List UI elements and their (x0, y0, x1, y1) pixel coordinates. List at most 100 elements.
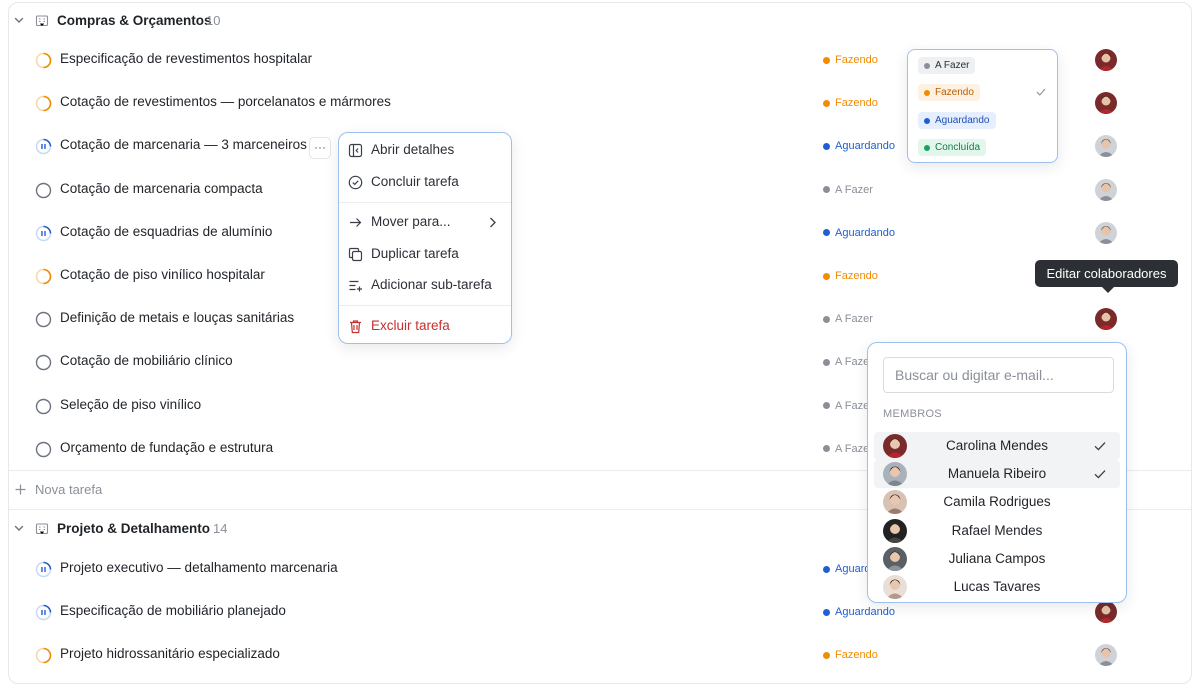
assignee-avatar[interactable] (1095, 92, 1117, 115)
todo-circle-icon[interactable] (35, 398, 52, 415)
building-icon (35, 523, 49, 535)
chevron-down-icon[interactable] (13, 14, 25, 26)
panel-open-icon (348, 143, 363, 158)
status-badge[interactable]: Fazendo (823, 54, 878, 66)
task-title[interactable]: Especificação de mobiliário planejado (60, 603, 286, 618)
menu-item-delete-task[interactable]: Excluir tarefa (339, 312, 511, 340)
task-title[interactable]: Especificação de revestimentos hospitala… (60, 51, 312, 66)
assignee-avatar[interactable] (1095, 601, 1117, 624)
member-search-input[interactable] (883, 357, 1114, 393)
assignee-avatar[interactable] (1095, 178, 1117, 201)
plus-icon (15, 484, 26, 495)
task-title[interactable]: Seleção de piso vinílico (60, 397, 201, 412)
menu-item-open-details[interactable]: Abrir detalhes (339, 136, 511, 164)
task-title[interactable]: Cotação de esquadrias de alumínio (60, 224, 272, 239)
menu-separator (339, 202, 511, 203)
status-dot (924, 62, 930, 69)
status-option-done[interactable]: Concluída (918, 139, 987, 156)
check-icon (1094, 442, 1106, 451)
chevron-down-icon[interactable] (13, 522, 25, 534)
task-row[interactable]: Cotação de piso vinílico hospitalar Fazen… (9, 255, 1191, 298)
in-progress-icon[interactable] (35, 647, 52, 664)
waiting-icon[interactable] (35, 138, 52, 155)
member-item[interactable]: Carolina Mendes (874, 432, 1120, 460)
task-title[interactable]: Orçamento de fundação e estrutura (60, 440, 273, 455)
member-item[interactable]: Camila Rodrigues (874, 488, 1120, 516)
task-row[interactable]: Projeto hidrossanitário especializado Faz… (9, 634, 1191, 677)
tooltip: Editar colaboradores (1035, 260, 1178, 293)
status-badge[interactable]: Aguardando (823, 140, 895, 152)
member-avatar (883, 518, 907, 543)
menu-item-move-to[interactable]: Mover para... (339, 208, 511, 236)
waiting-icon[interactable] (35, 561, 52, 578)
member-avatar (883, 490, 907, 515)
status-badge[interactable]: Fazendo (823, 649, 878, 661)
group-header-compras[interactable]: Compras & Orçamentos 10 (9, 3, 1191, 39)
status-dot (823, 142, 830, 150)
status-option-waiting[interactable]: Aguardando (918, 112, 996, 129)
member-avatar (883, 434, 907, 458)
task-title[interactable]: Definição de metais e louças sanitárias (60, 310, 294, 325)
member-item[interactable]: Lucas Tavares (874, 573, 1120, 601)
status-badge[interactable]: Aguardando (823, 606, 895, 618)
in-progress-icon[interactable] (35, 52, 52, 69)
task-more-button[interactable]: ··· (309, 137, 331, 159)
group-title: Compras & Orçamentos (57, 13, 212, 28)
collaborators-popover: MEMBROS Carolina Mendes Manuela Ribeiro Ca… (867, 342, 1127, 603)
task-title[interactable]: Cotação de piso vinílico hospitalar (60, 267, 265, 282)
assignee-avatar[interactable] (1095, 644, 1117, 667)
todo-circle-icon[interactable] (35, 441, 52, 458)
assignee-avatar[interactable] (1095, 49, 1117, 71)
status-badge[interactable]: Aguard (823, 563, 870, 575)
member-name: Juliana Campos (948, 550, 1046, 566)
menu-item-duplicate[interactable]: Duplicar tarefa (339, 240, 511, 268)
status-badge[interactable]: A Fazer (823, 184, 873, 196)
menu-item-add-subtask[interactable]: Adicionar sub-tarefa (339, 271, 511, 299)
task-row[interactable]: Cotação de marcenaria compacta A Fazer (9, 169, 1191, 212)
task-title[interactable]: Cotação de revestimentos — porcelanatos … (60, 94, 391, 109)
task-title[interactable]: Cotação de mobiliário clínico (60, 353, 233, 368)
status-badge[interactable]: Aguardando (823, 227, 895, 239)
menu-separator (339, 305, 511, 306)
task-context-menu: Abrir detalhes Concluir tarefa Mover par… (338, 132, 512, 344)
status-badge[interactable]: A Fazer (823, 313, 873, 325)
assignee-avatar[interactable] (1095, 135, 1117, 158)
status-badge[interactable]: Fazendo (823, 270, 878, 282)
task-title[interactable]: Cotação de marcenaria — 3 marceneiros (60, 137, 307, 152)
member-item[interactable]: Rafael Mendes (874, 517, 1120, 545)
menu-item-complete-task[interactable]: Concluir tarefa (339, 168, 511, 196)
status-badge[interactable]: A Faze (823, 443, 869, 455)
todo-circle-icon[interactable] (35, 311, 52, 328)
task-title[interactable]: Projeto hidrossanitário especializado (60, 646, 280, 661)
member-item[interactable]: Juliana Campos (874, 545, 1120, 573)
group-count: 10 (206, 13, 221, 28)
status-badge[interactable]: Fazendo (823, 97, 878, 109)
members-section-label: MEMBROS (883, 408, 942, 420)
task-title[interactable]: Cotação de marcenaria compacta (60, 181, 263, 196)
task-row[interactable]: Definição de metais e louças sanitárias A… (9, 298, 1191, 341)
todo-circle-icon[interactable] (35, 182, 52, 199)
member-name: Carolina Mendes (945, 438, 1049, 453)
status-badge[interactable]: A Faze (823, 400, 869, 412)
todo-circle-icon[interactable] (35, 354, 52, 371)
waiting-icon[interactable] (35, 225, 52, 242)
status-option-todo[interactable]: A Fazer (918, 57, 976, 74)
arrow-right-icon (350, 218, 362, 227)
member-name: Manuela Ribeiro (947, 466, 1047, 482)
member-item[interactable]: Manuela Ribeiro (874, 460, 1120, 489)
assignee-avatar[interactable] (1095, 221, 1117, 244)
task-title[interactable]: Projeto executivo — detalhamento marcena… (60, 560, 338, 575)
copy-icon (348, 247, 363, 262)
in-progress-icon[interactable] (35, 268, 52, 285)
member-avatar (883, 546, 907, 571)
waiting-icon[interactable] (35, 604, 52, 621)
status-badge[interactable]: A Faze (823, 356, 869, 368)
chevron-right-icon (490, 217, 496, 228)
status-dot (823, 651, 830, 659)
status-option-doing[interactable]: Fazendo (918, 84, 980, 101)
task-row[interactable]: Cotação de esquadrias de alumínio Aguarda… (9, 212, 1191, 255)
assignee-avatar[interactable] (1095, 308, 1117, 331)
in-progress-icon[interactable] (35, 95, 52, 112)
status-dot (924, 89, 930, 96)
member-name: Lucas Tavares (953, 579, 1041, 594)
